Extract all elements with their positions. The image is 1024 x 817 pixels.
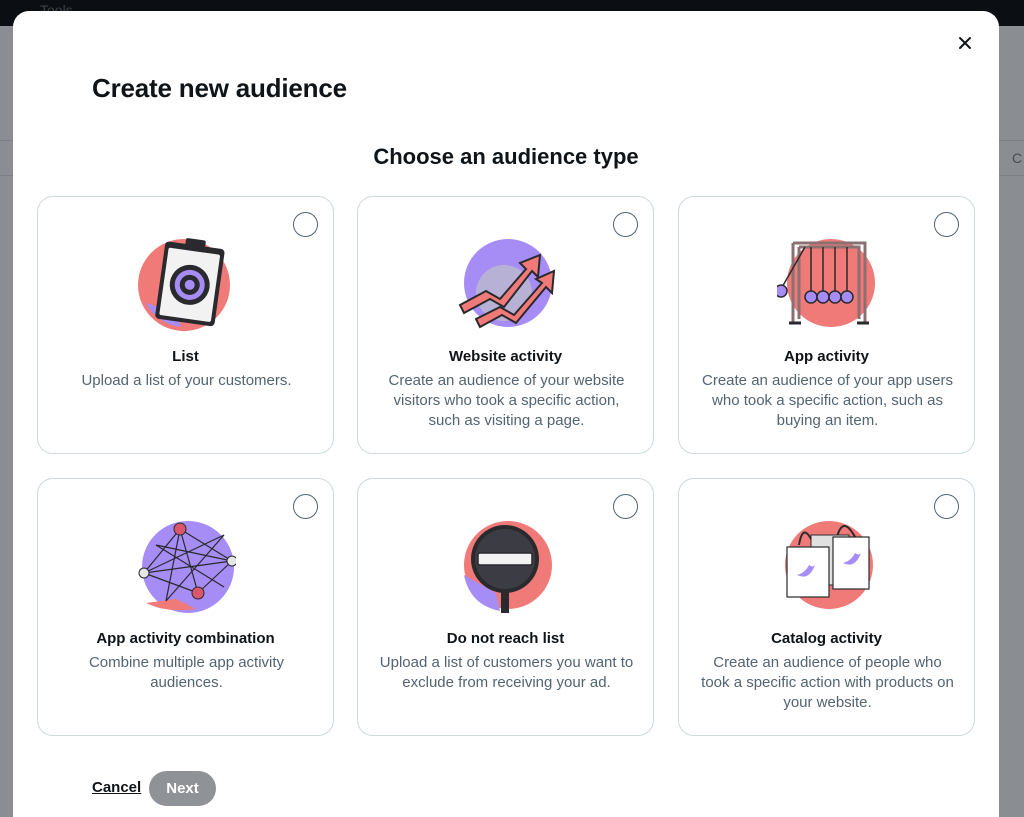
- card-description: Upload a list of your customers.: [81, 372, 292, 389]
- radio-button[interactable]: [613, 212, 638, 237]
- background-partial-text: C: [1012, 150, 1023, 166]
- card-description: Create an audience of your app users who…: [702, 372, 953, 429]
- audience-card-app-activity-combination[interactable]: App activity combination Combine multipl…: [37, 478, 334, 736]
- radio-button[interactable]: [934, 494, 959, 519]
- audience-card-catalog-activity[interactable]: Catalog activity Create an audience of p…: [678, 478, 975, 736]
- modal-title: Create new audience: [92, 73, 347, 103]
- card-title: App activity: [783, 348, 870, 365]
- close-icon: [959, 37, 971, 49]
- card-description: Upload a list of customers you want to e…: [379, 654, 634, 691]
- newtons-cradle-icon: [777, 239, 875, 327]
- card-title: List: [172, 348, 199, 365]
- radio-button[interactable]: [613, 494, 638, 519]
- radio-button[interactable]: [934, 212, 959, 237]
- section-title: Choose an audience type: [373, 144, 639, 169]
- cancel-button[interactable]: Cancel: [92, 779, 141, 796]
- audience-card-website-activity[interactable]: Website activity Create an audience of y…: [357, 196, 654, 454]
- close-button[interactable]: [953, 31, 977, 55]
- next-button[interactable]: Next: [149, 771, 216, 806]
- create-audience-modal: Create new audience Choose an audience t…: [13, 11, 999, 817]
- website-activity-arrows-icon: [458, 239, 556, 329]
- clipboard-target-icon: [138, 238, 230, 331]
- audience-card-do-not-reach-list[interactable]: Do not reach list Upload a list of custo…: [357, 478, 654, 736]
- card-title: Catalog activity: [771, 630, 882, 647]
- audience-card-app-activity[interactable]: App activity Create an audience of your …: [678, 196, 975, 454]
- radio-button[interactable]: [293, 212, 318, 237]
- card-title: Website activity: [448, 348, 563, 365]
- card-description: Create an audience of your website visit…: [388, 372, 625, 429]
- card-title: Do not reach list: [446, 630, 565, 647]
- no-entry-sign-icon: [464, 521, 552, 613]
- card-title: App activity combination: [96, 630, 275, 647]
- card-description: Create an audience of people who took a …: [701, 654, 954, 711]
- card-description: Combine multiple app activity audiences.: [88, 654, 285, 691]
- radio-button[interactable]: [293, 494, 318, 519]
- shopping-bags-icon: [785, 521, 873, 609]
- pin-network-icon: [138, 521, 236, 613]
- audience-card-list[interactable]: List Upload a list of your customers.: [37, 196, 334, 454]
